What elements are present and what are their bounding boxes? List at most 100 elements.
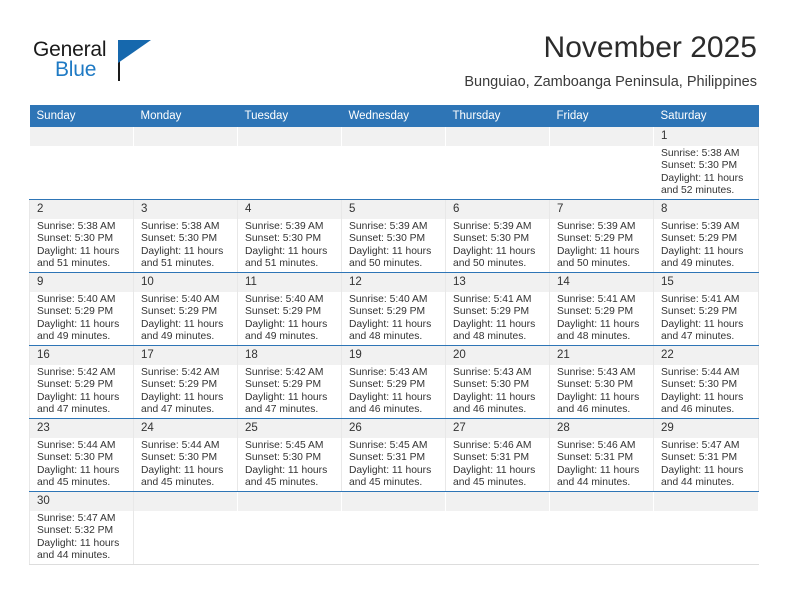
weekday-header-tuesday: Tuesday <box>237 105 342 127</box>
calendar-day-cell[interactable]: 1 Sunrise: 5:38 AM Sunset: 5:30 PM Daylight… <box>653 127 759 200</box>
day-detail-line: Sunrise: 5:40 AM <box>245 294 324 305</box>
calendar-day-cell[interactable]: 12 Sunrise: 5:40 AM Sunset: 5:29 PM Dayligh… <box>341 272 446 346</box>
day-detail-line: and 47 minutes. <box>141 404 215 416</box>
day-sun-details: Sunrise: 5:45 AM Sunset: 5:31 PM Daylight:… <box>342 438 445 490</box>
day-detail-line: Sunset: 5:31 PM <box>349 452 426 464</box>
day-detail-line: and 45 minutes. <box>245 477 319 489</box>
calendar-day-cell[interactable]: 2 Sunrise: 5:38 AM Sunset: 5:30 PM Daylight… <box>29 199 134 273</box>
day-detail-line: Sunset: 5:31 PM <box>557 452 634 464</box>
day-detail-line: Daylight: 11 hours <box>453 318 536 330</box>
day-detail-line: and 46 minutes. <box>661 404 735 416</box>
calendar-day-cell[interactable]: 22 Sunrise: 5:44 AM Sunset: 5:30 PM Dayligh… <box>653 345 759 419</box>
day-detail-line: Sunrise: 5:46 AM <box>557 440 636 451</box>
calendar-day-cell[interactable]: 30 Sunrise: 5:47 AM Sunset: 5:32 PM Dayligh… <box>29 491 134 565</box>
calendar-day-cell[interactable]: 25 Sunrise: 5:45 AM Sunset: 5:30 PM Dayligh… <box>237 418 342 492</box>
calendar-day-cell[interactable]: 29 Sunrise: 5:47 AM Sunset: 5:31 PM Dayligh… <box>653 418 759 492</box>
calendar-empty-cell <box>653 491 759 565</box>
day-detail-line: Daylight: 11 hours <box>245 464 328 476</box>
day-number: 26 <box>342 419 445 438</box>
calendar-day-cell[interactable]: 9 Sunrise: 5:40 AM Sunset: 5:29 PM Daylight… <box>29 272 134 346</box>
weekday-header-thursday: Thursday <box>445 105 550 127</box>
day-detail-line: Sunrise: 5:44 AM <box>661 367 740 378</box>
day-detail-line: Sunset: 5:30 PM <box>37 233 114 245</box>
day-detail-line: Sunset: 5:29 PM <box>245 306 322 318</box>
day-sun-details: Sunrise: 5:45 AM Sunset: 5:30 PM Daylight:… <box>238 438 341 490</box>
day-detail-line: and 46 minutes. <box>453 404 527 416</box>
day-number: 10 <box>134 273 237 292</box>
day-sun-details: Sunrise: 5:44 AM Sunset: 5:30 PM Daylight:… <box>134 438 237 490</box>
calendar-day-cell[interactable]: 15 Sunrise: 5:41 AM Sunset: 5:29 PM Dayligh… <box>653 272 759 346</box>
day-detail-line: Sunset: 5:30 PM <box>37 452 114 464</box>
day-detail-line: and 50 minutes. <box>453 258 527 270</box>
calendar-day-cell[interactable]: 7 Sunrise: 5:39 AM Sunset: 5:29 PM Daylight… <box>549 199 654 273</box>
day-sun-details <box>238 146 341 148</box>
day-detail-line: Daylight: 11 hours <box>557 318 640 330</box>
day-number: 22 <box>654 346 758 365</box>
day-sun-details <box>342 146 445 148</box>
calendar-day-cell[interactable]: 21 Sunrise: 5:43 AM Sunset: 5:30 PM Dayligh… <box>549 345 654 419</box>
day-detail-line: and 45 minutes. <box>453 477 527 489</box>
calendar-day-cell[interactable]: 5 Sunrise: 5:39 AM Sunset: 5:30 PM Daylight… <box>341 199 446 273</box>
day-detail-line: Daylight: 11 hours <box>245 245 328 257</box>
day-detail-line: Daylight: 11 hours <box>245 318 328 330</box>
general-blue-logo[interactable]: General Blue <box>33 38 163 86</box>
calendar-day-cell[interactable]: 24 Sunrise: 5:44 AM Sunset: 5:30 PM Dayligh… <box>133 418 238 492</box>
day-sun-details <box>550 511 653 513</box>
day-detail-line: Sunset: 5:30 PM <box>349 233 426 245</box>
day-number: 1 <box>654 127 758 146</box>
day-number: 28 <box>550 419 653 438</box>
day-number <box>342 127 445 146</box>
day-detail-line: Sunset: 5:29 PM <box>349 379 426 391</box>
calendar-day-cell[interactable]: 8 Sunrise: 5:39 AM Sunset: 5:29 PM Daylight… <box>653 199 759 273</box>
day-detail-line: Sunset: 5:31 PM <box>661 452 738 464</box>
weekday-header-monday: Monday <box>133 105 238 127</box>
day-number <box>134 127 237 146</box>
calendar-day-cell[interactable]: 28 Sunrise: 5:46 AM Sunset: 5:31 PM Dayligh… <box>549 418 654 492</box>
calendar-week-row: 9 Sunrise: 5:40 AM Sunset: 5:29 PM Daylight… <box>29 272 759 346</box>
calendar-day-cell[interactable]: 11 Sunrise: 5:40 AM Sunset: 5:29 PM Dayligh… <box>237 272 342 346</box>
day-detail-line: Daylight: 11 hours <box>37 245 120 257</box>
day-sun-details: Sunrise: 5:39 AM Sunset: 5:30 PM Daylight:… <box>342 219 445 271</box>
day-detail-line: Sunset: 5:30 PM <box>141 452 218 464</box>
calendar-day-cell[interactable]: 13 Sunrise: 5:41 AM Sunset: 5:29 PM Dayligh… <box>445 272 550 346</box>
day-detail-line: Daylight: 11 hours <box>245 391 328 403</box>
calendar-day-cell[interactable]: 3 Sunrise: 5:38 AM Sunset: 5:30 PM Daylight… <box>133 199 238 273</box>
day-detail-line: Sunrise: 5:47 AM <box>661 440 740 451</box>
calendar-day-cell[interactable]: 10 Sunrise: 5:40 AM Sunset: 5:29 PM Dayligh… <box>133 272 238 346</box>
day-sun-details: Sunrise: 5:40 AM Sunset: 5:29 PM Daylight:… <box>238 292 341 344</box>
day-detail-line: Sunrise: 5:43 AM <box>349 367 428 378</box>
calendar-day-cell[interactable]: 20 Sunrise: 5:43 AM Sunset: 5:30 PM Dayligh… <box>445 345 550 419</box>
weekday-header-row: Sunday Monday Tuesday Wednesday Thursday… <box>29 105 759 127</box>
day-number: 6 <box>446 200 549 219</box>
day-detail-line: Sunset: 5:29 PM <box>661 306 738 318</box>
day-number <box>550 127 653 146</box>
day-number: 21 <box>550 346 653 365</box>
day-detail-line: and 46 minutes. <box>349 404 423 416</box>
calendar-day-cell[interactable]: 6 Sunrise: 5:39 AM Sunset: 5:30 PM Daylight… <box>445 199 550 273</box>
day-detail-line: and 51 minutes. <box>37 258 111 270</box>
calendar-day-cell[interactable]: 19 Sunrise: 5:43 AM Sunset: 5:29 PM Dayligh… <box>341 345 446 419</box>
calendar-day-cell[interactable]: 27 Sunrise: 5:46 AM Sunset: 5:31 PM Dayligh… <box>445 418 550 492</box>
day-sun-details: Sunrise: 5:41 AM Sunset: 5:29 PM Daylight:… <box>550 292 653 344</box>
day-detail-line: Sunset: 5:29 PM <box>245 379 322 391</box>
weekday-header-saturday: Saturday <box>653 105 759 127</box>
day-detail-line: Sunrise: 5:39 AM <box>245 221 324 232</box>
day-sun-details: Sunrise: 5:41 AM Sunset: 5:29 PM Daylight:… <box>654 292 758 344</box>
day-detail-line: Daylight: 11 hours <box>37 464 120 476</box>
calendar-day-cell[interactable]: 26 Sunrise: 5:45 AM Sunset: 5:31 PM Dayligh… <box>341 418 446 492</box>
calendar-day-cell[interactable]: 23 Sunrise: 5:44 AM Sunset: 5:30 PM Dayligh… <box>29 418 134 492</box>
day-detail-line: Daylight: 11 hours <box>557 464 640 476</box>
day-detail-line: Sunrise: 5:44 AM <box>141 440 220 451</box>
calendar-day-cell[interactable]: 14 Sunrise: 5:41 AM Sunset: 5:29 PM Dayligh… <box>549 272 654 346</box>
calendar-day-cell[interactable]: 17 Sunrise: 5:42 AM Sunset: 5:29 PM Dayligh… <box>133 345 238 419</box>
calendar-day-cell[interactable]: 4 Sunrise: 5:39 AM Sunset: 5:30 PM Daylight… <box>237 199 342 273</box>
day-detail-line: Daylight: 11 hours <box>453 464 536 476</box>
day-number: 4 <box>238 200 341 219</box>
day-sun-details <box>446 146 549 148</box>
calendar-day-cell[interactable]: 18 Sunrise: 5:42 AM Sunset: 5:29 PM Dayligh… <box>237 345 342 419</box>
day-sun-details: Sunrise: 5:38 AM Sunset: 5:30 PM Daylight:… <box>30 219 133 271</box>
day-detail-line: Daylight: 11 hours <box>349 464 432 476</box>
day-detail-line: Sunset: 5:29 PM <box>37 306 114 318</box>
day-sun-details: Sunrise: 5:44 AM Sunset: 5:30 PM Daylight:… <box>30 438 133 490</box>
calendar-day-cell[interactable]: 16 Sunrise: 5:42 AM Sunset: 5:29 PM Dayligh… <box>29 345 134 419</box>
